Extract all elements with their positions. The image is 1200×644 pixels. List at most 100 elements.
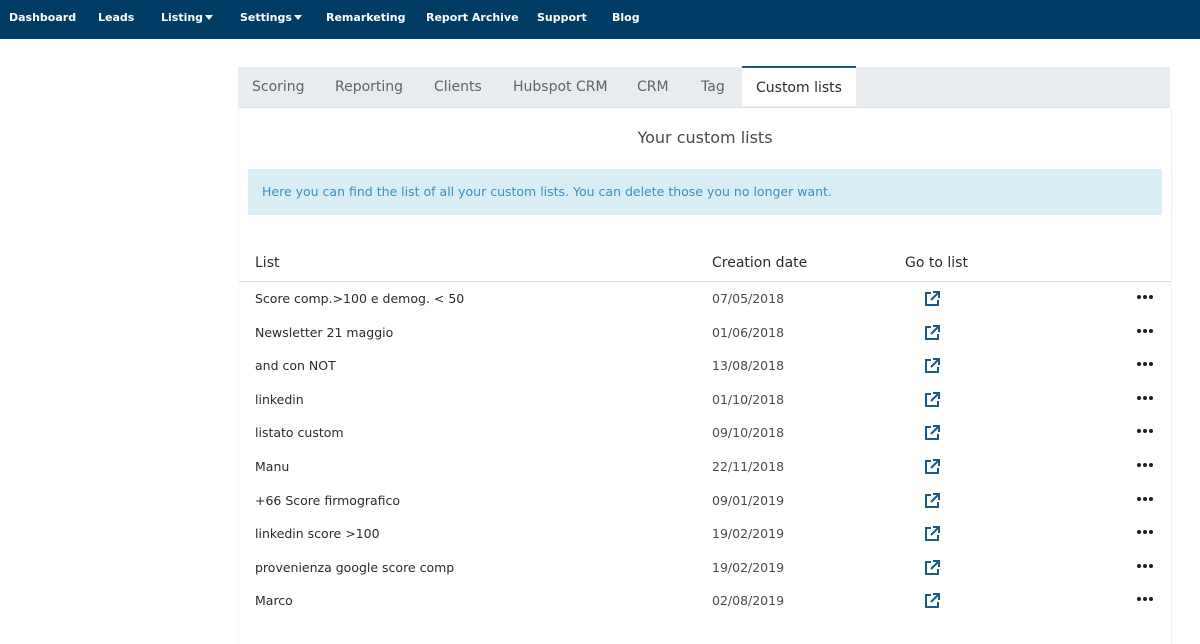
creation-date: 07/05/2018 bbox=[712, 291, 785, 306]
tab-clients[interactable]: Clients bbox=[434, 67, 482, 107]
creation-date: 19/02/2019 bbox=[712, 526, 785, 542]
dot bbox=[1137, 597, 1141, 602]
column-header-list: List bbox=[255, 255, 280, 271]
table-row: Marco 02/08/2019 bbox=[239, 584, 1171, 618]
list-name: +66 Score firmografico bbox=[255, 492, 401, 508]
tab-hubspot-crm[interactable]: Hubspot CRM bbox=[513, 67, 608, 107]
table-row: provenienza google score comp 19/02/2019 bbox=[239, 551, 1171, 585]
tab-reporting[interactable]: Reporting bbox=[335, 67, 403, 107]
creation-date: 01/06/2018 bbox=[712, 324, 785, 340]
settings-tab-bar: Scoring Reporting Clients Hubspot CRM CR… bbox=[238, 66, 1170, 108]
dot bbox=[1143, 597, 1147, 602]
external-link-icon[interactable] bbox=[922, 390, 942, 410]
dot bbox=[1137, 295, 1141, 299]
more-horizontal-icon[interactable] bbox=[1137, 429, 1153, 435]
nav-item-settings[interactable]: Settings bbox=[240, 0, 302, 36]
creation-date: 02/08/2019 bbox=[712, 593, 785, 609]
nav-label: Remarketing bbox=[326, 11, 406, 24]
nav-item-dashboard[interactable]: Dashboard bbox=[9, 0, 76, 36]
dot bbox=[1143, 530, 1147, 535]
dot bbox=[1149, 395, 1153, 400]
dot bbox=[1137, 429, 1141, 434]
tab-tag[interactable]: Tag bbox=[701, 67, 725, 107]
list-name: Manu bbox=[255, 459, 290, 474]
dot bbox=[1149, 429, 1153, 434]
more-horizontal-icon[interactable] bbox=[1137, 530, 1153, 536]
dot bbox=[1137, 463, 1141, 467]
info-alert: Here you can find the list of all your c… bbox=[248, 169, 1162, 215]
table-row: Score comp.>100 e demog. < 50 07/05/2018 bbox=[239, 282, 1171, 316]
dot bbox=[1137, 362, 1141, 367]
more-horizontal-icon[interactable] bbox=[1137, 295, 1153, 301]
external-link-icon[interactable] bbox=[922, 558, 942, 578]
creation-date: 09/10/2018 bbox=[712, 425, 785, 441]
external-link-icon[interactable] bbox=[922, 591, 942, 611]
tab-custom-lists[interactable]: Custom lists bbox=[742, 66, 856, 106]
creation-date: 01/10/2018 bbox=[712, 391, 785, 407]
dot bbox=[1143, 496, 1147, 501]
external-link-icon[interactable] bbox=[922, 457, 942, 477]
table-row: and con NOT 13/08/2018 bbox=[239, 349, 1171, 383]
panel-title: Your custom lists bbox=[637, 128, 773, 147]
creation-date: 22/11/2018 bbox=[712, 459, 785, 474]
list-name: and con NOT bbox=[255, 358, 336, 374]
dot bbox=[1143, 429, 1147, 434]
nav-item-support[interactable]: Support bbox=[537, 0, 587, 36]
table-row: listato custom 09/10/2018 bbox=[239, 416, 1171, 450]
nav-item-report-archive[interactable]: Report Archive bbox=[426, 0, 519, 36]
nav-label: Support bbox=[537, 11, 587, 24]
external-link-icon[interactable] bbox=[922, 491, 942, 511]
dot bbox=[1149, 530, 1153, 535]
more-horizontal-icon[interactable] bbox=[1137, 563, 1153, 570]
dot bbox=[1149, 328, 1153, 333]
tab-crm[interactable]: CRM bbox=[637, 67, 669, 107]
creation-date: 13/08/2018 bbox=[712, 358, 785, 374]
list-name: listato custom bbox=[255, 425, 344, 441]
dot bbox=[1143, 563, 1147, 568]
tab-scoring[interactable]: Scoring bbox=[252, 67, 305, 107]
nav-label: Dashboard bbox=[9, 11, 77, 24]
dot bbox=[1143, 328, 1147, 333]
table-row: linkedin 01/10/2018 bbox=[239, 383, 1171, 417]
table-row: linkedin score >100 19/02/2019 bbox=[239, 517, 1171, 551]
more-horizontal-icon[interactable] bbox=[1137, 395, 1153, 402]
nav-item-remarketing[interactable]: Remarketing bbox=[326, 0, 405, 36]
table-row: +66 Score firmografico 09/01/2019 bbox=[239, 484, 1171, 518]
nav-item-listing[interactable]: Listing bbox=[161, 0, 214, 36]
list-name: provenienza google score comp bbox=[255, 559, 455, 575]
external-link-icon[interactable] bbox=[922, 524, 942, 544]
list-name: Score comp.>100 e demog. < 50 bbox=[255, 291, 465, 306]
dot bbox=[1149, 563, 1153, 568]
list-name: Newsletter 21 maggio bbox=[255, 324, 394, 340]
column-header-go-to-list: Go to list bbox=[905, 255, 968, 271]
dot bbox=[1143, 362, 1147, 367]
dot bbox=[1149, 362, 1153, 367]
caret-down-icon bbox=[293, 15, 302, 20]
list-name: linkedin bbox=[255, 391, 304, 407]
list-name: Marco bbox=[255, 593, 293, 609]
more-horizontal-icon[interactable] bbox=[1137, 496, 1153, 503]
dot bbox=[1137, 328, 1141, 333]
more-horizontal-icon[interactable] bbox=[1137, 597, 1153, 603]
nav-label: Settings bbox=[240, 11, 292, 24]
column-header-creation-date: Creation date bbox=[712, 255, 808, 271]
external-link-icon[interactable] bbox=[922, 423, 942, 443]
creation-date: 19/02/2019 bbox=[712, 559, 785, 575]
external-link-icon[interactable] bbox=[922, 356, 942, 376]
table-row: Newsletter 21 maggio 01/06/2018 bbox=[239, 316, 1171, 350]
more-horizontal-icon[interactable] bbox=[1137, 362, 1153, 368]
nav-label: Report Archive bbox=[426, 11, 519, 24]
nav-label: Listing bbox=[161, 11, 204, 24]
nav-item-leads[interactable]: Leads bbox=[98, 0, 134, 36]
custom-lists-panel: Your custom lists Here you can find the … bbox=[238, 108, 1172, 644]
dot bbox=[1149, 496, 1153, 501]
dot bbox=[1137, 395, 1141, 400]
external-link-icon[interactable] bbox=[922, 323, 942, 343]
nav-label: Blog bbox=[612, 11, 640, 24]
external-link-icon[interactable] bbox=[922, 289, 942, 309]
list-name: linkedin score >100 bbox=[255, 526, 380, 542]
nav-item-blog[interactable]: Blog bbox=[612, 0, 640, 36]
more-horizontal-icon[interactable] bbox=[1137, 328, 1153, 335]
more-horizontal-icon[interactable] bbox=[1137, 463, 1153, 469]
dot bbox=[1143, 463, 1147, 467]
